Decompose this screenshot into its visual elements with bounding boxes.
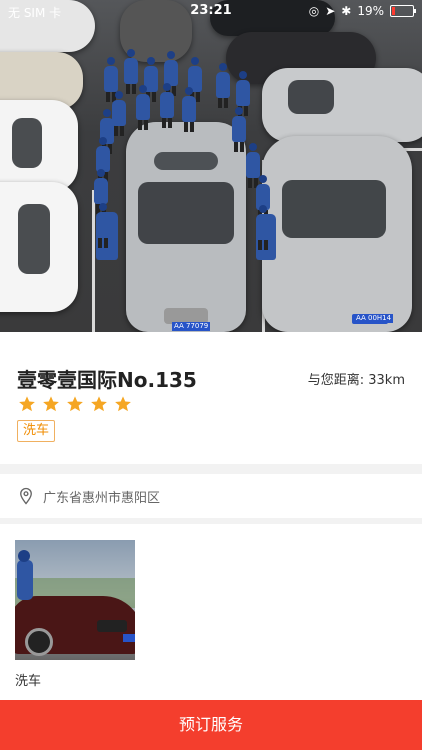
battery-icon bbox=[390, 5, 416, 17]
location-icon: ➤ bbox=[325, 4, 336, 18]
staff-member bbox=[246, 143, 260, 188]
staff-member bbox=[124, 49, 138, 94]
distance-label: 与您距离: 33km bbox=[307, 373, 405, 388]
alarm-icon: ◎ bbox=[308, 4, 320, 18]
staff-member bbox=[160, 83, 174, 128]
parked-car bbox=[0, 100, 78, 192]
center-car bbox=[126, 122, 246, 332]
status-bar: 无 SIM 卡 23:21 ◎ ➤ ✱ 19% bbox=[0, 0, 422, 22]
shop-info-card: 壹零壹国际No.135 与您距离: 33km 洗车 bbox=[0, 332, 422, 464]
services-section: 洗车 bbox=[0, 524, 422, 700]
staff-member bbox=[96, 203, 118, 260]
plate-text: AA 00H14 bbox=[354, 314, 394, 323]
service-thumbnail[interactable] bbox=[15, 540, 135, 660]
rating-stars bbox=[18, 395, 132, 413]
book-service-button[interactable]: 预订服务 bbox=[0, 700, 422, 750]
staff-member bbox=[136, 85, 150, 130]
staff-member bbox=[232, 107, 246, 152]
star-icon bbox=[115, 396, 131, 412]
parking-line bbox=[92, 190, 95, 332]
bluetooth-icon: ✱ bbox=[341, 4, 352, 18]
staff-member bbox=[94, 169, 108, 214]
right-car bbox=[262, 136, 412, 332]
plate-text: AA 77079 bbox=[172, 322, 211, 331]
star-icon bbox=[67, 396, 83, 412]
staff-member bbox=[236, 71, 250, 116]
parked-car bbox=[262, 68, 422, 142]
address-row[interactable]: 广东省惠州市惠阳区 bbox=[0, 474, 422, 518]
service-label: 洗车 bbox=[15, 674, 42, 689]
service-tag: 洗车 bbox=[17, 420, 56, 442]
staff-member bbox=[112, 91, 126, 136]
staff-member bbox=[256, 205, 276, 260]
address-text: 广东省惠州市惠阳区 bbox=[43, 490, 161, 506]
staff-member bbox=[96, 137, 110, 182]
battery-percent: 19% bbox=[357, 4, 384, 18]
star-icon bbox=[19, 396, 35, 412]
star-icon bbox=[91, 396, 107, 412]
parked-car bbox=[0, 182, 78, 312]
staff-member bbox=[104, 57, 118, 102]
star-icon bbox=[43, 396, 59, 412]
shop-photo: AA 77079 AA 00H14 bbox=[0, 0, 422, 332]
shop-name: 壹零壹国际No.135 bbox=[17, 368, 197, 392]
staff-member bbox=[216, 63, 230, 108]
staff-member bbox=[182, 87, 196, 132]
location-pin-icon bbox=[20, 487, 32, 505]
